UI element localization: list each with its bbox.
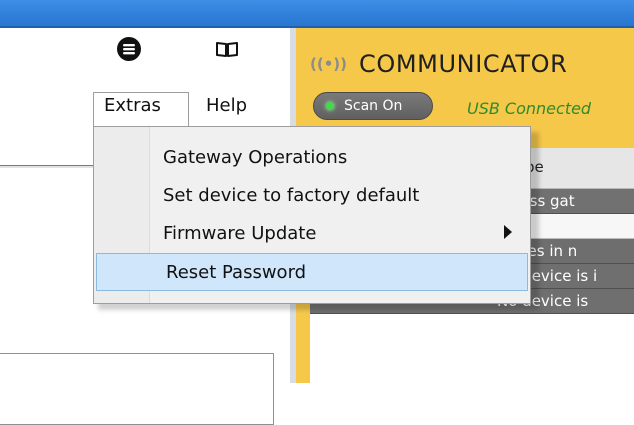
menu-item-label: Reset Password (166, 262, 307, 283)
menu-item-firmware-update[interactable]: Firmware Update (94, 215, 530, 251)
submenu-arrow-icon (504, 225, 512, 239)
communicator-header: ((•)) COMMUNICATOR (310, 46, 567, 82)
left-lower-panel[interactable] (0, 353, 274, 425)
menu-item-label: Firmware Update (163, 223, 317, 244)
help-toolbar-button[interactable] (214, 36, 240, 62)
menu-extras-label: Extras (104, 95, 161, 116)
usb-status-text: USB Connected (467, 99, 592, 118)
signal-icon: ((•)) (310, 54, 348, 73)
menu-item-gateway-operations[interactable]: Gateway Operations (94, 139, 530, 175)
open-book-icon (216, 42, 238, 57)
extras-dropdown-menu: Gateway Operations Set device to factory… (93, 126, 531, 304)
scan-status-led-icon (326, 102, 334, 110)
extras-toolbar-button[interactable] (116, 36, 142, 62)
scan-on-label: Scan On (344, 98, 403, 114)
menu-circle-icon (117, 37, 141, 61)
scan-on-button[interactable]: Scan On (313, 92, 433, 120)
menu-item-label: Set device to factory default (163, 185, 420, 206)
left-pane-rule-shade (0, 166, 96, 168)
communicator-title: COMMUNICATOR (359, 50, 568, 78)
window-titlebar (0, 0, 634, 28)
menu-help-label[interactable]: Help (206, 95, 247, 116)
menu-item-set-factory-default[interactable]: Set device to factory default (94, 177, 530, 213)
menu-item-reset-password[interactable]: Reset Password (96, 253, 528, 291)
menu-item-label: Gateway Operations (163, 147, 348, 168)
